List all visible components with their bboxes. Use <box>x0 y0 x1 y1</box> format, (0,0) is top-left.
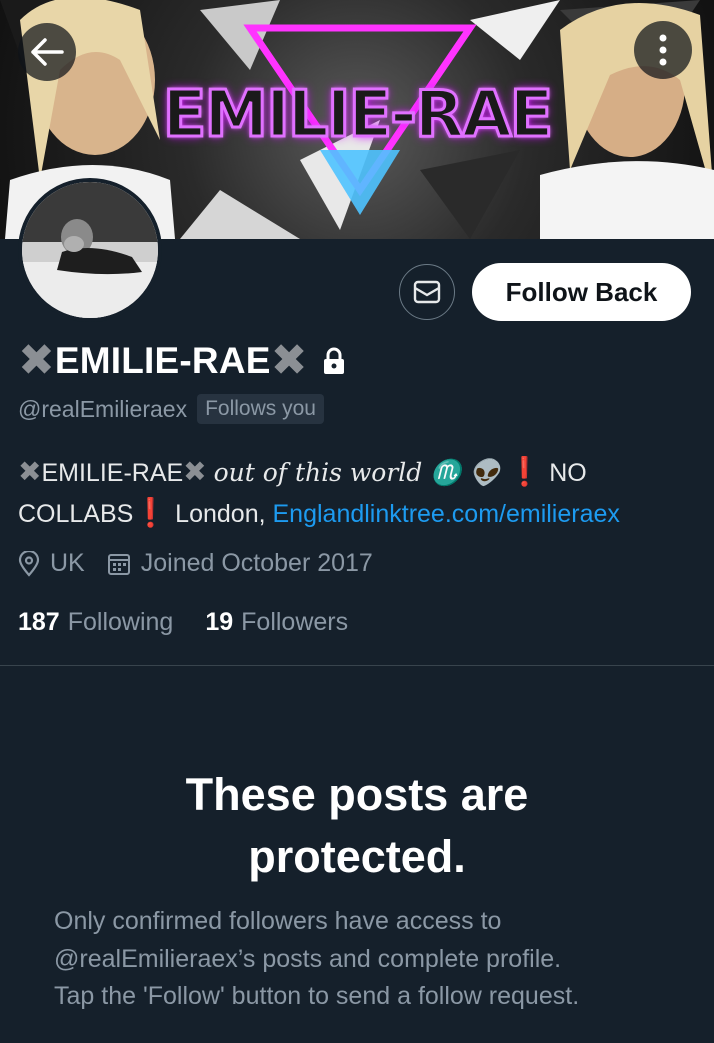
more-vertical-icon <box>659 34 667 66</box>
followers-label: Followers <box>241 608 349 636</box>
handle-row: @realEmilieraex Follows you <box>18 394 324 424</box>
protected-title: These posts are protected. <box>0 764 714 888</box>
following-link[interactable]: 187 Following <box>18 608 173 637</box>
protected-description-line: Tap the 'Follow' button to send a follow… <box>54 982 580 1010</box>
back-button[interactable] <box>18 23 76 81</box>
name-decoration-left: ✖ <box>18 336 55 385</box>
name-decoration-right: ✖ <box>270 336 308 385</box>
protected-title-line: These posts are <box>185 769 529 820</box>
profile-meta: UK Joined October 2017 <box>18 549 373 578</box>
mail-icon <box>413 280 441 304</box>
calendar-icon <box>107 553 130 575</box>
protected-description-line: @realEmilieraex’s posts and complete pro… <box>54 944 562 973</box>
follow-stats: 187 Following 19 Followers <box>18 608 348 637</box>
bio-decoration: ✖ <box>183 456 207 487</box>
profile-bio: ✖EMILIE-RAE✖ out of this world ♏ 👽 ❗ NO … <box>18 452 698 534</box>
protected-description-line: Only confirmed followers have access to <box>54 907 502 935</box>
bio-decoration: ✖ <box>18 456 42 487</box>
bio-name: EMILIE-RAE <box>41 459 184 487</box>
follow-back-button[interactable]: Follow Back <box>472 263 691 321</box>
bio-no: NO <box>549 459 587 487</box>
banner-title: EMILIE-RAE <box>161 77 555 154</box>
user-handle: @realEmilieraex <box>18 395 188 422</box>
follows-you-badge: Follows you <box>197 394 324 424</box>
exclamation-icon: ❗ <box>507 456 543 487</box>
following-count: 187 <box>18 608 60 636</box>
more-options-button[interactable] <box>634 21 692 79</box>
bio-location: London, <box>175 500 266 528</box>
profile-name-row: ✖ EMILIE-RAE ✖ <box>18 336 346 386</box>
joined-date: Joined October 2017 <box>140 549 373 577</box>
bio-tagline: out of this world ♏ 👽 <box>213 458 501 487</box>
exclamation-icon: ❗ <box>133 497 169 528</box>
avatar[interactable] <box>18 178 162 322</box>
following-label: Following <box>67 608 174 636</box>
divider <box>0 665 714 666</box>
bio-collabs: COLLABS <box>18 500 134 528</box>
message-button[interactable] <box>399 264 455 320</box>
location-pin-icon <box>18 550 40 577</box>
followers-count: 19 <box>205 608 234 636</box>
bio-link[interactable]: Englandlinktree.com/emilieraex <box>273 500 620 528</box>
arrow-left-icon <box>31 38 64 66</box>
lock-icon <box>323 347 344 374</box>
protected-title-line: protected. <box>248 831 466 882</box>
location-text: UK <box>50 549 85 577</box>
followers-link[interactable]: 19 Followers <box>205 608 348 637</box>
display-name: EMILIE-RAE <box>54 340 271 381</box>
avatar-image <box>22 182 158 318</box>
protected-description: Only confirmed followers have access to … <box>54 903 674 1016</box>
